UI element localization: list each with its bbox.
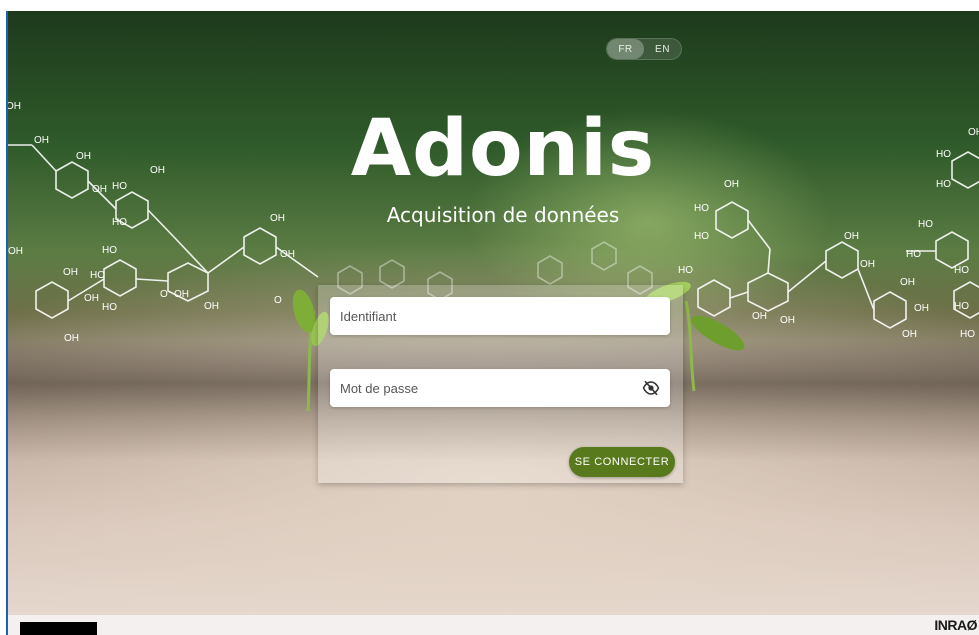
background-scene: OH OH OH OH HO OH HO OH HO HO OH OH HO O…: [8, 11, 979, 615]
footer-bar: INRAØ: [8, 615, 979, 635]
footer-logo-left: [20, 622, 97, 635]
password-input[interactable]: [340, 380, 630, 396]
window-left-edge: [0, 11, 8, 635]
inrae-logo: INRAØ: [934, 617, 977, 633]
lang-option-en[interactable]: EN: [644, 39, 681, 59]
app-subtitle: Acquisition de données: [386, 203, 620, 227]
username-field[interactable]: [330, 297, 670, 335]
login-form: SE CONNECTER: [318, 285, 683, 483]
username-input[interactable]: [340, 308, 630, 324]
lang-option-fr[interactable]: FR: [607, 39, 644, 59]
language-switch: FR EN: [606, 38, 682, 60]
login-button[interactable]: SE CONNECTER: [569, 447, 675, 477]
app-title: Adonis: [350, 104, 656, 194]
eye-off-icon[interactable]: [642, 379, 660, 397]
window-top-strip: [0, 0, 979, 11]
password-field[interactable]: [330, 369, 670, 407]
